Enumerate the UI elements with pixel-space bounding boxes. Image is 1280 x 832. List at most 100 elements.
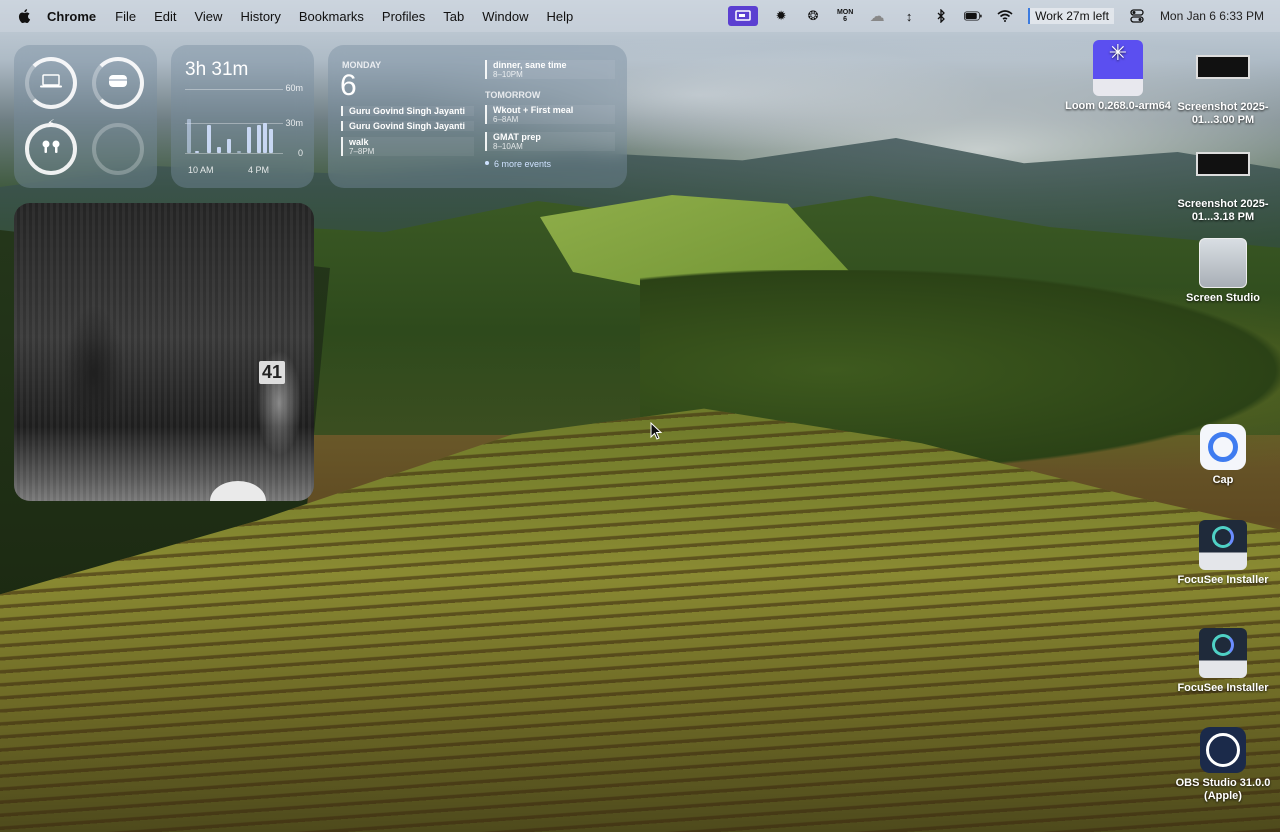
calendar-menu-day: MON <box>836 9 854 16</box>
charging-bolt-icon: ⚡ <box>47 118 55 130</box>
airpods-case-icon <box>108 73 128 94</box>
bluetooth-icon[interactable] <box>932 8 950 24</box>
menu-clock[interactable]: Mon Jan 6 6:33 PM <box>1160 9 1264 23</box>
more-events-dot <box>485 161 489 165</box>
battery-ring-empty <box>92 123 144 175</box>
apple-menu-icon[interactable] <box>17 9 31 23</box>
airpods-icon <box>40 139 62 160</box>
calendar-event[interactable]: dinner, sane time 8–10PM <box>485 60 615 79</box>
event-time: 7–8PM <box>349 147 375 156</box>
desktop-icon-obs[interactable]: OBS Studio 31.0.0 (Apple) <box>1168 727 1278 803</box>
desktop-icon-label: Screen Studio <box>1186 292 1260 304</box>
event-title: dinner, sane time <box>493 60 567 70</box>
desktop-icon-label: Loom 0.268.0-arm64 <box>1065 100 1171 112</box>
usage-bar <box>217 147 221 153</box>
gridline-bottom <box>185 153 283 154</box>
calendar-event[interactable]: Guru Govind Singh Jayanti <box>341 121 474 131</box>
screenshot-icon <box>1196 152 1250 176</box>
calendar-menu-date: 6 <box>843 16 848 23</box>
calendar-widget[interactable]: MONDAY 6 Guru Govind Singh Jayanti Guru … <box>328 45 627 188</box>
menu-tab[interactable]: Tab <box>443 9 464 24</box>
obs-app-icon <box>1200 727 1246 773</box>
event-title: Guru Govind Singh Jayanti <box>349 121 466 131</box>
menu-profiles[interactable]: Profiles <box>382 9 425 24</box>
calendar-event[interactable]: GMAT prep 8–10AM <box>485 132 615 151</box>
chatgpt-icon[interactable]: ❂ <box>804 8 822 24</box>
usage-bar <box>187 119 191 153</box>
menu-file[interactable]: File <box>115 9 136 24</box>
batteries-widget[interactable]: ⚡ <box>14 45 157 188</box>
x-label-10am: 10 AM <box>188 165 214 175</box>
loom-disk-icon: ✳ <box>1093 40 1143 96</box>
calendar-event[interactable]: Wkout + First meal 6–8AM <box>485 105 615 124</box>
menu-help[interactable]: Help <box>547 9 574 24</box>
screen-share-icon[interactable] <box>728 6 759 26</box>
laptop-icon <box>39 73 63 94</box>
y-label-60: 60m <box>285 83 303 93</box>
desktop-icon-screenshot-1[interactable]: Screenshot 2025-01...3.00 PM <box>1168 55 1278 127</box>
screenshot-icon <box>1196 55 1250 79</box>
battery-ring-laptop <box>25 57 77 109</box>
desktop-icon-focusee-2[interactable]: FocuSee Installer <box>1168 628 1278 695</box>
desktop-icon-screen-studio[interactable]: Screen Studio <box>1168 238 1278 305</box>
control-center-icon[interactable] <box>1128 8 1146 24</box>
desktop-icon-screenshot-2[interactable]: Screenshot 2025-01...3.18 PM <box>1168 152 1278 224</box>
usage-bar <box>247 127 251 153</box>
x-label-4pm: 4 PM <box>248 165 270 175</box>
event-time: 8–10AM <box>493 142 523 151</box>
football <box>210 481 266 501</box>
arrows-updown-icon[interactable]: ↕ <box>900 8 918 24</box>
screen-time-total: 3h 31m <box>185 59 249 80</box>
usage-bar <box>269 129 273 153</box>
event-title: Wkout + First meal <box>493 105 574 115</box>
screen-time-widget[interactable]: 3h 31m 60m 30m 0 10 AM 4 PM <box>171 45 314 188</box>
menu-bar: Chrome File Edit View History Bookmarks … <box>0 0 1280 32</box>
menu-app-name[interactable]: Chrome <box>47 9 96 24</box>
status-area: ✹ ❂ MON 6 ☁ ↕ Work 27m left Mon Jan 6 6:3… <box>728 0 1264 32</box>
desktop-icon-label: Screenshot 2025-01...3.00 PM <box>1177 101 1269 126</box>
usage-bar <box>257 125 261 153</box>
drive-icon <box>1199 238 1247 288</box>
photo-widget[interactable]: 41 <box>14 203 314 501</box>
usage-bar <box>237 151 241 153</box>
event-title: Guru Govind Singh Jayanti <box>349 106 466 116</box>
calendar-menu-icon[interactable]: MON 6 <box>836 8 854 24</box>
desktop-icon-focusee-1[interactable]: FocuSee Installer <box>1168 520 1278 587</box>
focusee-disk-icon <box>1199 520 1247 570</box>
calendar-event[interactable]: Guru Govind Singh Jayanti <box>341 106 474 116</box>
desktop-icon-loom[interactable]: ✳ Loom 0.268.0-arm64 <box>1063 40 1173 113</box>
focusee-disk-icon <box>1199 628 1247 678</box>
event-title: walk <box>349 137 369 147</box>
cap-app-icon <box>1200 424 1246 470</box>
menu-edit[interactable]: Edit <box>154 9 176 24</box>
gridline-top <box>185 89 283 90</box>
desktop-icon-label: FocuSee Installer <box>1177 574 1269 586</box>
battery-ring-airpods <box>25 123 77 175</box>
work-timer[interactable]: Work 27m left <box>1028 8 1114 24</box>
calendar-tomorrow-label: TOMORROW <box>485 90 541 100</box>
screen-time-chart: 60m 30m 0 10 AM 4 PM <box>185 83 303 180</box>
y-label-0: 0 <box>297 148 303 158</box>
desktop-icon-label: FocuSee Installer <box>1177 682 1269 694</box>
usage-bar <box>227 139 231 153</box>
calendar-day-number: 6 <box>340 69 357 102</box>
jersey-number: 41 <box>259 361 286 384</box>
more-events-link[interactable]: 6 more events <box>494 159 551 169</box>
brightness-icon[interactable]: ✹ <box>772 8 790 24</box>
desktop-icon-label: OBS Studio 31.0.0 (Apple) <box>1175 777 1271 802</box>
cloud-icon[interactable]: ☁ <box>868 8 886 25</box>
y-label-30: 30m <box>285 118 303 128</box>
menu-window[interactable]: Window <box>482 9 528 24</box>
desktop-icon-label: Cap <box>1212 474 1234 486</box>
battery-ring-airpods-case <box>92 57 144 109</box>
menu-view[interactable]: View <box>194 9 222 24</box>
calendar-event[interactable]: walk 7–8PM <box>341 137 474 156</box>
event-title: GMAT prep <box>493 132 541 142</box>
menu-bookmarks[interactable]: Bookmarks <box>299 9 364 24</box>
desktop-icon-label: Screenshot 2025-01...3.18 PM <box>1177 198 1269 223</box>
wifi-icon[interactable] <box>996 8 1014 24</box>
event-time: 6–8AM <box>493 115 519 124</box>
menu-history[interactable]: History <box>240 9 280 24</box>
battery-icon[interactable] <box>964 8 982 24</box>
desktop-icon-cap[interactable]: Cap <box>1168 424 1278 487</box>
